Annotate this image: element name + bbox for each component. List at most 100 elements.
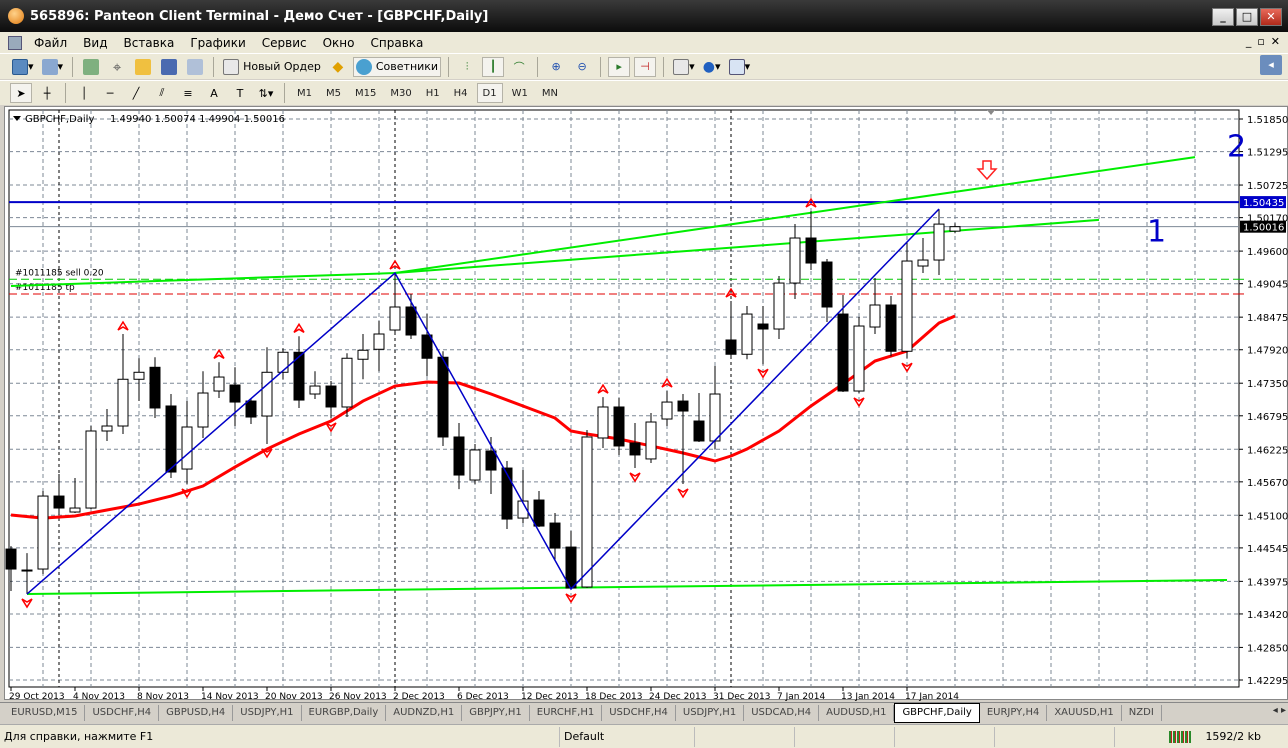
- timeframe-w1[interactable]: W1: [507, 83, 533, 103]
- timeframe-m1[interactable]: M1: [292, 83, 317, 103]
- chart-tab[interactable]: AUDUSD,H1: [819, 704, 895, 721]
- data-window-button[interactable]: ⌖: [106, 57, 128, 77]
- alert-button[interactable]: ◆: [327, 57, 349, 77]
- mdi-close-button[interactable]: ✕: [1271, 35, 1280, 48]
- chart-tab[interactable]: USDJPY,H1: [676, 704, 745, 721]
- new-chart-button[interactable]: ▾: [10, 57, 36, 77]
- chart-tab[interactable]: GBPCHF,Daily: [894, 702, 980, 723]
- notifications-button[interactable]: ◂: [1260, 55, 1282, 75]
- chart-tab[interactable]: GBPJPY,H1: [462, 704, 530, 721]
- strategy-tester-button[interactable]: [184, 57, 206, 77]
- chart-tab[interactable]: USDJPY,H1: [233, 704, 302, 721]
- candle-body: [869, 304, 881, 328]
- tester-icon: [187, 58, 204, 75]
- menu-view[interactable]: Вид: [75, 36, 115, 50]
- candle: [341, 353, 353, 418]
- status-profile: Default: [560, 726, 695, 747]
- mdi-restore-button[interactable]: ▫: [1257, 35, 1264, 48]
- chart-shift-button[interactable]: ⊣: [634, 56, 657, 77]
- line-chart-button[interactable]: ⌒: [508, 57, 530, 77]
- chart-tab[interactable]: EURCHF,H1: [530, 704, 603, 721]
- chart-tab[interactable]: USDCHF,H4: [85, 704, 160, 721]
- chart-tab[interactable]: GBPUSD,H4: [159, 704, 234, 721]
- candle-body: [613, 406, 625, 447]
- candle-body: [485, 450, 497, 471]
- status-empty-3: [895, 726, 995, 747]
- menu-insert[interactable]: Вставка: [115, 36, 182, 50]
- menu-help[interactable]: Справка: [363, 36, 432, 50]
- menu-bar: Файл Вид Вставка Графики Сервис Окно Спр…: [0, 32, 1288, 53]
- chart-tab[interactable]: EURGBP,Daily: [302, 704, 387, 721]
- chart-tab[interactable]: XAUUSD,H1: [1047, 704, 1122, 721]
- new-chart-icon: [12, 58, 28, 75]
- tab-scroll-arrows[interactable]: ◂ ▸: [1273, 705, 1286, 716]
- timeframe-mn[interactable]: MN: [537, 83, 563, 103]
- y-tick-label: 1.43420: [1247, 610, 1288, 621]
- x-tick-label: 12 Dec 2013: [521, 692, 579, 701]
- bar-chart-button[interactable]: ⫶: [456, 57, 478, 77]
- mdi-minimize-button[interactable]: _: [1246, 35, 1252, 48]
- crosshair-button[interactable]: ┼: [36, 83, 58, 103]
- status-empty-2: [795, 726, 895, 747]
- candle-body: [277, 351, 289, 373]
- profiles-button[interactable]: ▾: [40, 57, 66, 77]
- y-tick-label: 1.45100: [1247, 511, 1288, 522]
- chart-tab[interactable]: EURJPY,H4: [980, 704, 1048, 721]
- indicators-icon: [673, 58, 690, 75]
- label-button[interactable]: T: [229, 83, 251, 103]
- candle-body: [933, 223, 945, 261]
- market-watch-icon: [83, 58, 100, 75]
- chart-window[interactable]: 1.51850 1.51295 1.50725 1.50170 1.49600 1.490…: [4, 106, 1288, 701]
- timeframe-m30[interactable]: M30: [385, 83, 416, 103]
- price-chart[interactable]: 1.518501.512951.507251.501701.496001.490…: [5, 107, 1288, 701]
- candle-body: [389, 306, 401, 331]
- timeframe-h1[interactable]: H1: [421, 83, 445, 103]
- terminal-button[interactable]: [158, 57, 180, 77]
- close-button[interactable]: ✕: [1260, 8, 1282, 26]
- candle-body: [421, 334, 433, 359]
- timeframe-m15[interactable]: M15: [350, 83, 381, 103]
- arrows-button[interactable]: ⇅▾: [255, 83, 277, 103]
- horizontal-line-button[interactable]: ─: [99, 83, 121, 103]
- templates-button[interactable]: ▾: [727, 57, 753, 77]
- auto-scroll-button[interactable]: ▸: [608, 56, 631, 77]
- timeframe-d1[interactable]: D1: [476, 83, 503, 103]
- timeframe-h4[interactable]: H4: [449, 83, 473, 103]
- candle-body: [549, 522, 561, 549]
- channel-button[interactable]: ⫽: [151, 83, 173, 103]
- y-tick-label: 1.47920: [1247, 346, 1288, 357]
- new-order-icon: [223, 58, 240, 75]
- indicators-button[interactable]: ▾: [671, 57, 697, 77]
- chart-window-icon[interactable]: [8, 35, 22, 50]
- x-tick-label: 8 Nov 2013: [137, 692, 189, 701]
- zoom-in-button[interactable]: ⊕: [545, 57, 567, 77]
- candle-body: [661, 401, 673, 420]
- minimize-button[interactable]: _: [1212, 8, 1234, 26]
- candlestick-button[interactable]: ┃: [482, 56, 505, 77]
- menu-file[interactable]: Файл: [26, 36, 75, 50]
- chart-tab[interactable]: USDCHF,H4: [602, 704, 676, 721]
- candle-body: [5, 548, 17, 570]
- experts-button[interactable]: Советники: [352, 56, 442, 77]
- new-order-button[interactable]: Новый Ордер: [221, 57, 323, 77]
- trendline-button[interactable]: ╱: [125, 83, 147, 103]
- menu-window[interactable]: Окно: [315, 36, 363, 50]
- chart-tab[interactable]: AUDNZD,H1: [386, 704, 463, 721]
- vertical-line-button[interactable]: │: [73, 83, 95, 103]
- menu-tools[interactable]: Сервис: [254, 36, 315, 50]
- navigator-button[interactable]: [132, 57, 154, 77]
- zoom-out-button[interactable]: ⊖: [571, 57, 593, 77]
- periods-button[interactable]: ● ▾: [701, 57, 723, 77]
- maximize-button[interactable]: □: [1236, 8, 1258, 26]
- menu-charts[interactable]: Графики: [182, 36, 253, 50]
- timeframe-m5[interactable]: M5: [321, 83, 346, 103]
- cursor-button[interactable]: ➤: [10, 83, 32, 103]
- candle-body: [677, 400, 689, 412]
- y-tick-label: 1.47350: [1247, 379, 1288, 390]
- chart-tab[interactable]: EURUSD,M15: [4, 704, 86, 721]
- chart-tab[interactable]: USDCAD,H4: [744, 704, 820, 721]
- market-watch-button[interactable]: [80, 57, 102, 77]
- fibonacci-button[interactable]: ≡: [177, 83, 199, 103]
- chart-tab[interactable]: NZDI: [1122, 704, 1162, 721]
- text-button[interactable]: A: [203, 83, 225, 103]
